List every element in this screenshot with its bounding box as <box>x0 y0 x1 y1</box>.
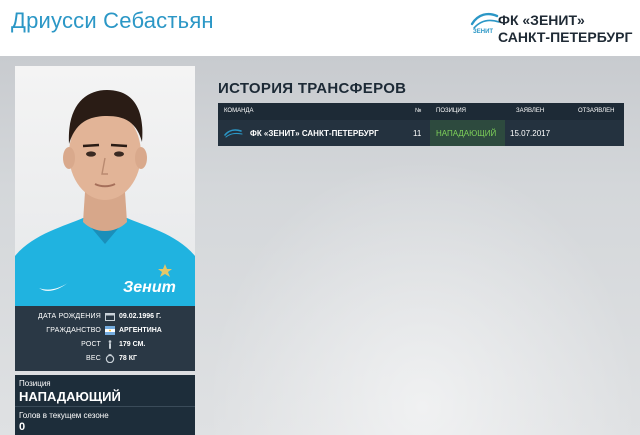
column-header-deregistered: ОТЗАЯВЛЕН <box>578 108 615 114</box>
info-label: ДАТА РОЖДЕНИЯ <box>38 313 101 320</box>
weight-icon <box>105 354 115 363</box>
page-header: Дриусси Себастьян ЗЕНИТ ФК «ЗЕНИТ» САНКТ… <box>0 0 640 56</box>
player-photo: Зенит <box>15 66 195 306</box>
player-portrait-image: Зенит <box>15 90 195 306</box>
table-header: КОМАНДА № ПОЗИЦИЯ ЗАЯВЛЕН ОТЗАЯВЛЕН <box>218 103 624 120</box>
svg-text:ЗЕНИТ: ЗЕНИТ <box>473 29 493 34</box>
info-value: 78 КГ <box>119 355 137 362</box>
position-cell: НАПАДАЮЩИЙ <box>430 120 505 146</box>
transfer-position: НАПАДАЮЩИЙ <box>436 129 497 138</box>
club-name-line1: ФК «ЗЕНИТ» <box>498 12 585 28</box>
transfer-team[interactable]: ФК «ЗЕНИТ» САНКТ-ПЕТЕРБУРГ <box>250 129 379 138</box>
calendar-icon <box>105 313 115 321</box>
column-header-registered: ЗАЯВЛЕН <box>516 108 545 114</box>
club-name-line2: САНКТ-ПЕТЕРБУРГ <box>498 29 633 45</box>
transfer-history-table: КОМАНДА № ПОЗИЦИЯ ЗАЯВЛЕН ОТЗАЯВЛЕН ФК «… <box>218 103 624 146</box>
svg-text:Зенит: Зенит <box>123 279 176 296</box>
player-page: Дриусси Себастьян ЗЕНИТ ФК «ЗЕНИТ» САНКТ… <box>0 0 640 435</box>
column-header-team: КОМАНДА <box>224 108 254 114</box>
info-row-citizenship: ГРАЖДАНСТВО АРГЕНТИНА <box>15 324 195 338</box>
info-label: ГРАЖДАНСТВО <box>46 327 101 334</box>
player-name: Дриусси Себастьян <box>11 8 214 33</box>
info-value: 179 СМ. <box>119 341 146 348</box>
position-label: Позиция <box>19 379 51 388</box>
club-logo[interactable]: ЗЕНИТ ФК «ЗЕНИТ» САНКТ-ПЕТЕРБУРГ <box>470 10 633 48</box>
position-value: НАПАДАЮЩИЙ <box>19 389 121 404</box>
info-value: 09.02.1996 Г. <box>119 313 162 320</box>
argentina-flag-icon <box>105 326 115 335</box>
info-row-birthdate: ДАТА РОЖДЕНИЯ 09.02.1996 Г. <box>15 310 195 324</box>
transfer-history-title: ИСТОРИЯ ТРАНСФЕРОВ <box>218 80 407 97</box>
column-header-position: ПОЗИЦИЯ <box>436 108 466 114</box>
height-icon <box>108 340 112 349</box>
info-row-weight: ВЕС 78 КГ <box>15 352 195 366</box>
goals-value: 0 <box>19 421 26 433</box>
transfer-registered: 15.07.2017 <box>510 129 551 138</box>
info-label: ВЕС <box>86 355 101 362</box>
info-row-height: РОСТ 179 СМ. <box>15 338 195 352</box>
player-info-box: ДАТА РОЖДЕНИЯ 09.02.1996 Г. ГРАЖДАНСТВО … <box>15 306 195 371</box>
column-header-number: № <box>415 108 422 114</box>
table-row[interactable]: ФК «ЗЕНИТ» САНКТ-ПЕТЕРБУРГ 11 НАПАДАЮЩИЙ… <box>218 120 624 146</box>
goals-label: Голов в текущем сезоне <box>19 411 109 420</box>
player-card: Зенит ДАТА РОЖДЕНИЯ 09.02.1996 Г. ГРАЖДА… <box>15 66 195 435</box>
info-value: АРГЕНТИНА <box>119 327 162 334</box>
transfer-number: 11 <box>413 129 422 138</box>
position-box: Позиция НАПАДАЮЩИЙ Голов в текущем сезон… <box>15 375 195 435</box>
info-label: РОСТ <box>81 341 101 348</box>
divider <box>15 406 195 407</box>
zenit-logo-icon <box>224 129 243 138</box>
